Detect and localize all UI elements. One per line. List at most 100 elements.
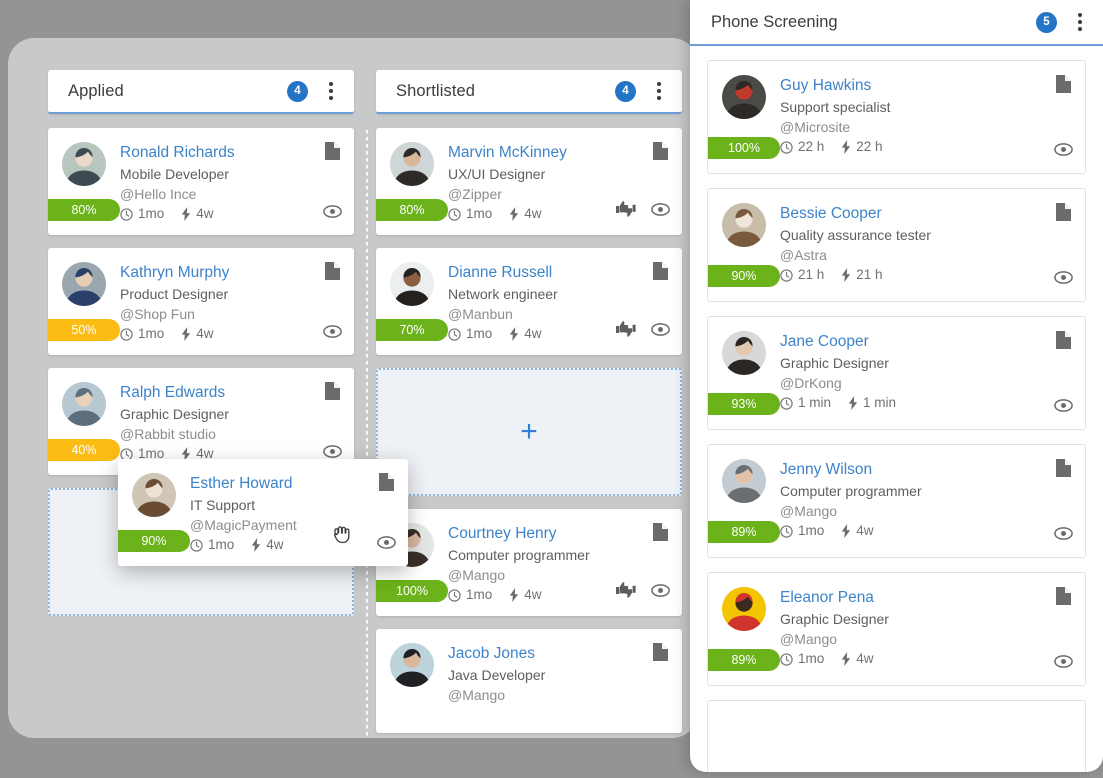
candidate-name[interactable]: Esther Howard: [190, 474, 394, 493]
document-icon[interactable]: [653, 523, 668, 546]
time-since-label: 21 h: [798, 267, 825, 282]
eye-icon[interactable]: [651, 322, 670, 341]
thumbs-up-down-icon[interactable]: [615, 581, 637, 604]
more-options-icon[interactable]: [1071, 11, 1089, 33]
column-separator: [366, 130, 368, 738]
kanban-board: Applied 4 Ronald Richards Mobile Developer @…: [8, 38, 698, 738]
candidate-card[interactable]: Jacob Jones Java Developer @Mango: [376, 629, 682, 733]
time-since-label: 1mo: [798, 523, 825, 538]
time-active-label: 4w: [196, 326, 214, 341]
bolt-icon: [848, 396, 858, 410]
eye-icon[interactable]: [323, 205, 342, 223]
time-since-label: 1mo: [138, 326, 165, 341]
candidate-card[interactable]: Kathryn Murphy Product Designer @Shop Fun 1…: [48, 248, 354, 355]
eye-icon[interactable]: [651, 583, 670, 602]
document-icon[interactable]: [653, 643, 668, 666]
candidate-name[interactable]: Guy Hawkins: [780, 76, 1071, 95]
candidate-company: @Mango: [448, 687, 506, 703]
candidate-company: @Microsite: [780, 119, 851, 135]
document-icon[interactable]: [1056, 203, 1071, 226]
card-meta: 1mo 4w: [780, 522, 1071, 540]
score-badge: 50%: [48, 319, 120, 341]
eye-icon[interactable]: [1054, 527, 1073, 545]
document-icon[interactable]: [325, 142, 340, 165]
candidate-card[interactable]: Jane Cooper Graphic Designer @DrKong 1 min 1…: [707, 316, 1086, 430]
time-active-label: 22 h: [856, 139, 883, 154]
candidate-name[interactable]: Courtney Henry: [448, 524, 668, 543]
kanban-column-applied: Applied 4 Ronald Richards Mobile Developer @…: [48, 70, 354, 738]
card-actions: [323, 325, 342, 343]
time-since-label: 22 h: [798, 139, 825, 154]
panel-count-badge: 5: [1036, 11, 1057, 33]
candidate-company: @Shop Fun: [120, 306, 195, 322]
candidate-company: @Mango: [780, 631, 838, 647]
score-badge: 80%: [376, 199, 448, 221]
eye-icon[interactable]: [323, 325, 342, 343]
eye-icon[interactable]: [1054, 655, 1073, 673]
document-icon[interactable]: [379, 473, 394, 496]
avatar: [722, 459, 766, 503]
candidate-role: Graphic Designer: [780, 355, 889, 371]
candidate-name[interactable]: Jacob Jones: [448, 644, 668, 663]
candidate-card[interactable]: Guy Hawkins Support specialist @Microsite 2…: [707, 60, 1086, 174]
document-icon[interactable]: [325, 382, 340, 405]
eye-icon[interactable]: [377, 536, 396, 554]
time-active-label: 4w: [196, 206, 214, 221]
candidate-name[interactable]: Bessie Cooper: [780, 204, 1071, 223]
candidate-card[interactable]: Marvin McKinney UX/UI Designer @Zipper 1mo 4…: [376, 128, 682, 235]
add-card-icon[interactable]: +: [520, 417, 538, 447]
candidate-name[interactable]: Marvin McKinney: [448, 143, 668, 162]
eye-icon[interactable]: [1054, 399, 1073, 417]
candidate-name[interactable]: Ralph Edwards: [120, 383, 340, 402]
app-root: Applied 4 Ronald Richards Mobile Developer @…: [0, 0, 1103, 778]
document-icon[interactable]: [1056, 75, 1071, 98]
candidate-name[interactable]: Kathryn Murphy: [120, 263, 340, 282]
column-card-list: Marvin McKinney UX/UI Designer @Zipper 1mo 4…: [376, 128, 682, 733]
candidate-card[interactable]: Bessie Cooper Quality assurance tester @As…: [707, 188, 1086, 302]
document-icon[interactable]: [325, 262, 340, 285]
thumbs-up-down-icon[interactable]: [615, 200, 637, 223]
eye-icon[interactable]: [651, 202, 670, 221]
card-dropzone[interactable]: +: [376, 368, 682, 496]
card-actions: [615, 581, 670, 604]
time-active-label: 4w: [266, 537, 284, 552]
card-actions: [615, 200, 670, 223]
candidate-role: Support specialist: [780, 99, 891, 115]
time-active-label: 1 min: [863, 395, 897, 410]
score-badge: 90%: [118, 530, 190, 552]
document-icon[interactable]: [1056, 587, 1071, 610]
bolt-icon: [181, 207, 191, 221]
bolt-icon: [841, 652, 851, 666]
candidate-card[interactable]: Jenny Wilson Computer programmer @Mango 1mo…: [707, 444, 1086, 558]
clock-icon: [448, 327, 461, 341]
thumbs-up-down-icon[interactable]: [615, 320, 637, 343]
dragged-candidate-card[interactable]: Esther Howard IT Support @MagicPayment 1mo 4…: [118, 459, 408, 566]
candidate-name[interactable]: Ronald Richards: [120, 143, 340, 162]
candidate-card[interactable]: Courtney Henry Computer programmer @Mango 1…: [376, 509, 682, 616]
document-icon[interactable]: [1056, 459, 1071, 482]
more-options-icon[interactable]: [650, 80, 668, 102]
more-options-icon[interactable]: [322, 80, 340, 102]
document-icon[interactable]: [1056, 331, 1071, 354]
card-meta: 1mo 4w: [120, 325, 340, 343]
candidate-name[interactable]: Dianne Russell: [448, 263, 668, 282]
document-icon[interactable]: [653, 262, 668, 285]
document-icon[interactable]: [653, 142, 668, 165]
eye-icon[interactable]: [1054, 143, 1073, 161]
candidate-card[interactable]: Dianne Russell Network engineer @Manbun 1mo…: [376, 248, 682, 355]
candidate-name[interactable]: Eleanor Pena: [780, 588, 1071, 607]
column-count-badge: 4: [287, 80, 308, 102]
clock-icon: [448, 207, 461, 221]
candidate-card[interactable]: Eleanor Pena Graphic Designer @Mango 1mo 4w 8…: [707, 572, 1086, 686]
candidate-card[interactable]: Ronald Richards Mobile Developer @Hello In…: [48, 128, 354, 235]
candidate-company: @DrKong: [780, 375, 842, 391]
score-badge: 100%: [376, 580, 448, 602]
candidate-company: @MagicPayment: [190, 517, 297, 533]
kanban-column-shortlisted: Shortlisted 4 Marvin McKinney UX/UI Designe…: [376, 70, 682, 738]
candidate-name[interactable]: Jane Cooper: [780, 332, 1071, 351]
candidate-card[interactable]: [707, 700, 1086, 772]
candidate-role: Computer programmer: [780, 483, 922, 499]
eye-icon[interactable]: [1054, 271, 1073, 289]
panel-title: Phone Screening: [711, 12, 838, 31]
candidate-name[interactable]: Jenny Wilson: [780, 460, 1071, 479]
